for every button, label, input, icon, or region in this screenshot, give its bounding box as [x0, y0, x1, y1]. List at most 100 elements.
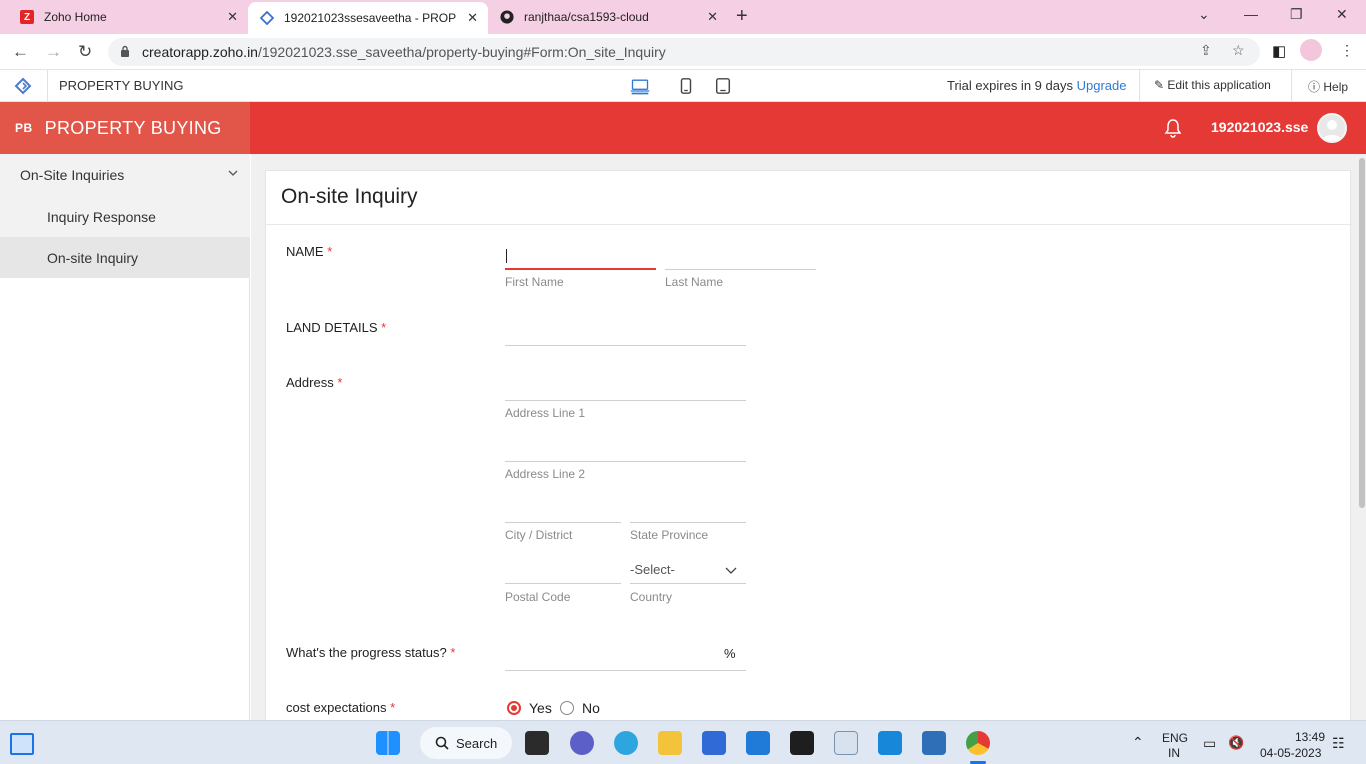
radio-yes[interactable]: [507, 701, 521, 715]
user-avatar[interactable]: [1317, 113, 1347, 143]
terminal-icon[interactable]: [790, 731, 814, 755]
help-icon: ⓘ: [1308, 80, 1321, 94]
notepad-icon[interactable]: [834, 731, 858, 755]
close-icon[interactable]: ✕: [227, 9, 238, 25]
notification-bell-icon[interactable]: [1164, 118, 1182, 138]
divider: [47, 70, 48, 102]
scrollbar-thumb[interactable]: [1359, 158, 1365, 508]
network-icon[interactable]: ▭: [1203, 735, 1216, 752]
tab-search-chevron-icon[interactable]: ⌄: [1198, 6, 1210, 23]
last-name-input[interactable]: [665, 269, 816, 270]
reload-icon[interactable]: ↻: [78, 42, 92, 62]
edit-application-button[interactable]: ✎ Edit this application: [1154, 78, 1271, 92]
file-explorer-icon[interactable]: [658, 731, 682, 755]
upgrade-link[interactable]: Upgrade: [1077, 78, 1127, 93]
radio-no-label[interactable]: No: [582, 700, 600, 716]
new-tab-icon[interactable]: +: [736, 5, 748, 28]
language-label[interactable]: ENG: [1162, 731, 1188, 745]
profile-avatar-icon[interactable]: [1300, 39, 1322, 61]
url-host: creatorapp.zoho.in: [142, 44, 258, 60]
sidebar-item-label: Inquiry Response: [47, 208, 156, 225]
address-line1-hint: Address Line 1: [505, 406, 586, 420]
radio-no[interactable]: [560, 701, 574, 715]
sidebar-group-on-site-inquiries[interactable]: On-Site Inquiries: [0, 154, 250, 195]
tablet-view-icon[interactable]: [713, 77, 733, 95]
desktop-view-icon[interactable]: [630, 77, 650, 95]
zoho-creator-logo-icon[interactable]: [14, 77, 32, 100]
name-label: NAME *: [286, 244, 332, 259]
volume-muted-icon[interactable]: 🔇: [1228, 735, 1244, 751]
chevron-down-icon: [228, 170, 238, 176]
clock-date[interactable]: 04-05-2023: [1260, 746, 1321, 760]
close-icon[interactable]: ✕: [467, 10, 478, 26]
app-brand[interactable]: PB PROPERTY BUYING: [0, 102, 250, 154]
sidebar-item-on-site-inquiry[interactable]: On-site Inquiry: [0, 237, 250, 278]
address-bar[interactable]: creatorapp.zoho.in/192021023.sse_saveeth…: [108, 38, 1260, 66]
windows-start-icon[interactable]: [376, 731, 400, 755]
chevron-up-icon[interactable]: ⌃: [1132, 734, 1144, 751]
help-button[interactable]: ⓘ Help: [1308, 78, 1348, 95]
tab-property-buying[interactable]: 192021023ssesaveetha - PROPER ✕: [248, 2, 488, 34]
app-icon[interactable]: [878, 731, 902, 755]
required-mark: *: [381, 320, 387, 335]
chrome-icon[interactable]: [966, 731, 990, 755]
progress-label: What's the progress status? *: [286, 645, 455, 660]
trial-notice: Trial expires in 9 days Upgrade: [947, 78, 1126, 93]
app-title: PROPERTY BUYING: [44, 117, 222, 138]
search-icon: [435, 736, 449, 750]
radio-yes-label[interactable]: Yes: [529, 700, 552, 716]
taskbar-search[interactable]: Search: [420, 727, 512, 759]
address-line2-input[interactable]: [505, 461, 746, 462]
country-select[interactable]: [630, 583, 746, 584]
mail-icon[interactable]: [746, 731, 770, 755]
country-select-value[interactable]: -Select-: [630, 562, 675, 577]
app-name: PROPERTY BUYING: [59, 78, 184, 93]
clock-time[interactable]: 13:49: [1295, 730, 1325, 744]
required-mark: *: [390, 700, 396, 715]
widgets-icon[interactable]: [10, 733, 34, 755]
more-menu-icon[interactable]: ⋮: [1340, 42, 1354, 59]
percent-symbol: %: [724, 646, 736, 661]
share-icon[interactable]: ⇪: [1200, 42, 1212, 59]
city-input[interactable]: [505, 522, 621, 523]
zoho-icon: Z: [20, 10, 34, 24]
user-name[interactable]: 192021023.sse: [1211, 119, 1308, 135]
edge-browser-icon[interactable]: [614, 731, 638, 755]
progress-input[interactable]: [505, 670, 746, 671]
trial-days: 9 days: [1034, 78, 1073, 93]
first-name-input[interactable]: [505, 268, 656, 270]
minimize-icon[interactable]: —: [1244, 6, 1258, 22]
form-card: On-site Inquiry NAME * First Name Last N…: [265, 170, 1352, 730]
store-icon[interactable]: [702, 731, 726, 755]
photos-icon[interactable]: [922, 731, 946, 755]
task-view-icon[interactable]: [525, 731, 549, 755]
divider: [1139, 70, 1140, 102]
chat-icon[interactable]: [570, 731, 594, 755]
postal-code-input[interactable]: [505, 583, 621, 584]
chevron-down-icon[interactable]: [725, 567, 737, 575]
tab-zoho-home[interactable]: Z Zoho Home ✕: [8, 0, 248, 34]
back-arrow-icon[interactable]: ←: [12, 42, 29, 62]
sidebar-group-label: On-Site Inquiries: [20, 166, 125, 183]
address-label: Address *: [286, 375, 342, 390]
phone-view-icon[interactable]: [676, 77, 696, 95]
browser-tab-strip: Z Zoho Home ✕ 192021023ssesaveetha - PRO…: [0, 0, 1366, 34]
forward-arrow-icon[interactable]: →: [45, 42, 62, 62]
address-line2-hint: Address Line 2: [505, 467, 586, 481]
notification-icon[interactable]: ☷: [1332, 735, 1345, 752]
search-label: Search: [456, 735, 498, 751]
cost-label-text: cost expectations: [286, 700, 387, 715]
bookmark-star-icon[interactable]: ☆: [1232, 42, 1245, 59]
sidebar: On-Site Inquiries Inquiry Response On-si…: [0, 154, 250, 720]
window-close-icon[interactable]: ✕: [1336, 6, 1348, 23]
postal-code-hint: Postal Code: [505, 590, 571, 604]
restore-icon[interactable]: ❐: [1290, 6, 1303, 23]
state-input[interactable]: [630, 522, 746, 523]
close-icon[interactable]: ✕: [707, 9, 718, 25]
side-panel-icon[interactable]: ◧: [1272, 42, 1286, 60]
tab-github[interactable]: ranjthaa/csa1593-cloud ✕: [488, 0, 728, 34]
sidebar-item-inquiry-response[interactable]: Inquiry Response: [0, 196, 250, 237]
cost-expectations-label: cost expectations *: [286, 700, 395, 715]
land-details-input[interactable]: [505, 345, 746, 346]
address-line1-input[interactable]: [505, 400, 746, 401]
